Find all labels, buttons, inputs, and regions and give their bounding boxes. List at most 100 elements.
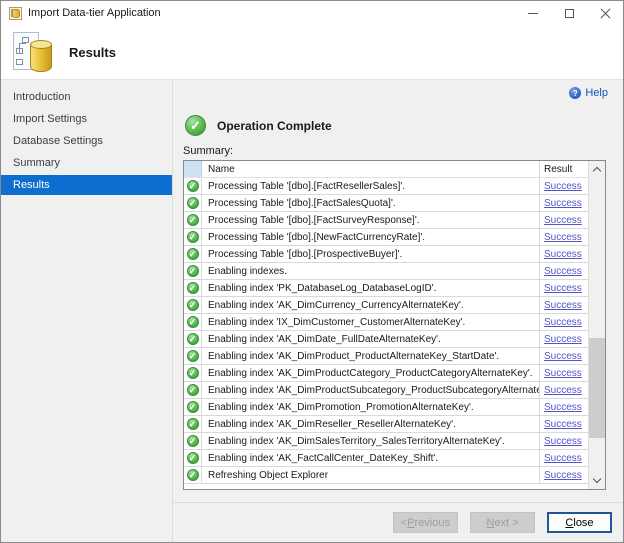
sidebar-item-import-settings[interactable]: Import Settings (1, 109, 172, 129)
success-link[interactable]: Success (544, 453, 582, 464)
table-row[interactable]: ✓Enabling index 'AK_DimReseller_Reseller… (184, 416, 588, 433)
row-status-cell: ✓ (184, 246, 202, 262)
table-row[interactable]: ✓Processing Table '[dbo].[ProspectiveBuy… (184, 246, 588, 263)
success-link[interactable]: Success (544, 300, 582, 311)
sidebar-item-introduction[interactable]: Introduction (1, 87, 172, 107)
success-link[interactable]: Success (544, 181, 582, 192)
success-link[interactable]: Success (544, 368, 582, 379)
success-link[interactable]: Success (544, 249, 582, 260)
table-row[interactable]: ✓Enabling index 'AK_DimProduct_ProductAl… (184, 348, 588, 365)
row-name: Enabling index 'AK_DimDate_FullDateAlter… (202, 331, 540, 347)
chevron-up-icon (593, 167, 601, 175)
app-icon (9, 7, 22, 20)
name-column-header: Name (202, 161, 540, 177)
row-name: Enabling indexes. (202, 263, 540, 279)
table-row[interactable]: ✓Enabling index 'AK_DimProductSubcategor… (184, 382, 588, 399)
row-status-cell: ✓ (184, 331, 202, 347)
scrollbar-track[interactable] (589, 178, 605, 472)
previous-button[interactable]: < Previous (393, 512, 458, 533)
window-controls (515, 1, 623, 25)
sidebar-item-database-settings[interactable]: Database Settings (1, 131, 172, 151)
table-row[interactable]: ✓Enabling index 'AK_DimProductCategory_P… (184, 365, 588, 382)
success-link[interactable]: Success (544, 385, 582, 396)
row-result-cell: Success (540, 229, 588, 245)
success-link[interactable]: Success (544, 215, 582, 226)
row-name: Enabling index 'AK_FactCallCenter_DateKe… (202, 450, 540, 466)
row-status-cell: ✓ (184, 382, 202, 398)
scroll-down-button[interactable] (589, 472, 605, 489)
row-name: Refreshing Object Explorer (202, 467, 540, 483)
operation-complete-heading: Operation Complete (217, 119, 332, 133)
success-link[interactable]: Success (544, 198, 582, 209)
table-row[interactable]: ✓Enabling index 'IX_DimCustomer_Customer… (184, 314, 588, 331)
row-result-cell: Success (540, 365, 588, 381)
row-status-cell: ✓ (184, 297, 202, 313)
table-row[interactable]: ✓Processing Table '[dbo].[FactResellerSa… (184, 178, 588, 195)
scrollbar-thumb[interactable] (589, 338, 605, 438)
success-link[interactable]: Success (544, 334, 582, 345)
row-result-cell: Success (540, 314, 588, 330)
success-link[interactable]: Success (544, 351, 582, 362)
row-status-cell: ✓ (184, 195, 202, 211)
table-row[interactable]: ✓Enabling index 'AK_DimDate_FullDateAlte… (184, 331, 588, 348)
success-check-icon: ✓ (187, 435, 199, 447)
table-row[interactable]: ✓Enabling index 'AK_DimPromotion_Promoti… (184, 399, 588, 416)
help-link[interactable]: ? Help (569, 87, 608, 99)
maximize-button[interactable] (551, 1, 587, 25)
row-name: Enabling index 'AK_DimSalesTerritory_Sal… (202, 433, 540, 449)
summary-table: Name Result ✓Processing Table '[dbo].[Fa… (183, 160, 606, 490)
success-link[interactable]: Success (544, 266, 582, 277)
table-row[interactable]: ✓Processing Table '[dbo].[NewFactCurrenc… (184, 229, 588, 246)
row-name: Enabling index 'AK_DimCurrency_CurrencyA… (202, 297, 540, 313)
table-row[interactable]: ✓Enabling index 'AK_DimSalesTerritory_Sa… (184, 433, 588, 450)
success-check-icon: ✓ (187, 384, 199, 396)
window-title: Import Data-tier Application (28, 7, 161, 19)
row-result-cell: Success (540, 399, 588, 415)
success-check-icon: ✓ (187, 452, 199, 464)
sidebar-item-summary[interactable]: Summary (1, 153, 172, 173)
chevron-down-icon (593, 475, 601, 483)
row-name: Processing Table '[dbo].[ProspectiveBuye… (202, 246, 540, 262)
minimize-button[interactable] (515, 1, 551, 25)
sidebar-item-results[interactable]: Results (1, 175, 172, 195)
row-name: Enabling index 'PK_DatabaseLog_DatabaseL… (202, 280, 540, 296)
row-name: Enabling index 'AK_DimReseller_ResellerA… (202, 416, 540, 432)
maximize-icon (565, 9, 574, 18)
table-row[interactable]: ✓Processing Table '[dbo].[FactSalesQuota… (184, 195, 588, 212)
row-result-cell: Success (540, 433, 588, 449)
next-button[interactable]: Next > (470, 512, 535, 533)
wizard-header: Results (1, 25, 623, 80)
operation-complete-check-icon: ✓ (185, 115, 206, 136)
summary-label: Summary: (183, 145, 623, 157)
success-link[interactable]: Success (544, 470, 582, 481)
table-row[interactable]: ✓Enabling index 'PK_DatabaseLog_Database… (184, 280, 588, 297)
success-link[interactable]: Success (544, 419, 582, 430)
success-check-icon: ✓ (187, 180, 199, 192)
row-result-cell: Success (540, 246, 588, 262)
vertical-scrollbar[interactable] (588, 161, 605, 489)
success-link[interactable]: Success (544, 232, 582, 243)
table-row[interactable]: ✓Enabling index 'AK_DimCurrency_Currency… (184, 297, 588, 314)
table-row[interactable]: ✓Enabling indexes.Success (184, 263, 588, 280)
success-check-icon: ✓ (187, 333, 199, 345)
table-row[interactable]: ✓Enabling index 'AK_FactCallCenter_DateK… (184, 450, 588, 467)
success-link[interactable]: Success (544, 283, 582, 294)
row-result-cell: Success (540, 212, 588, 228)
success-check-icon: ✓ (187, 299, 199, 311)
row-status-cell: ✓ (184, 433, 202, 449)
row-name: Enabling index 'AK_DimProductCategory_Pr… (202, 365, 540, 381)
success-link[interactable]: Success (544, 402, 582, 413)
help-icon: ? (569, 87, 581, 99)
row-status-cell: ✓ (184, 212, 202, 228)
scroll-up-button[interactable] (589, 161, 605, 178)
close-button[interactable]: Close (547, 512, 612, 533)
success-check-icon: ✓ (187, 350, 199, 362)
help-row: ? Help (173, 80, 623, 99)
success-link[interactable]: Success (544, 436, 582, 447)
success-check-icon: ✓ (187, 418, 199, 430)
row-status-cell: ✓ (184, 348, 202, 364)
table-row[interactable]: ✓Processing Table '[dbo].[FactSurveyResp… (184, 212, 588, 229)
table-row[interactable]: ✓Refreshing Object ExplorerSuccess (184, 467, 588, 484)
close-window-button[interactable] (587, 1, 623, 25)
success-link[interactable]: Success (544, 317, 582, 328)
